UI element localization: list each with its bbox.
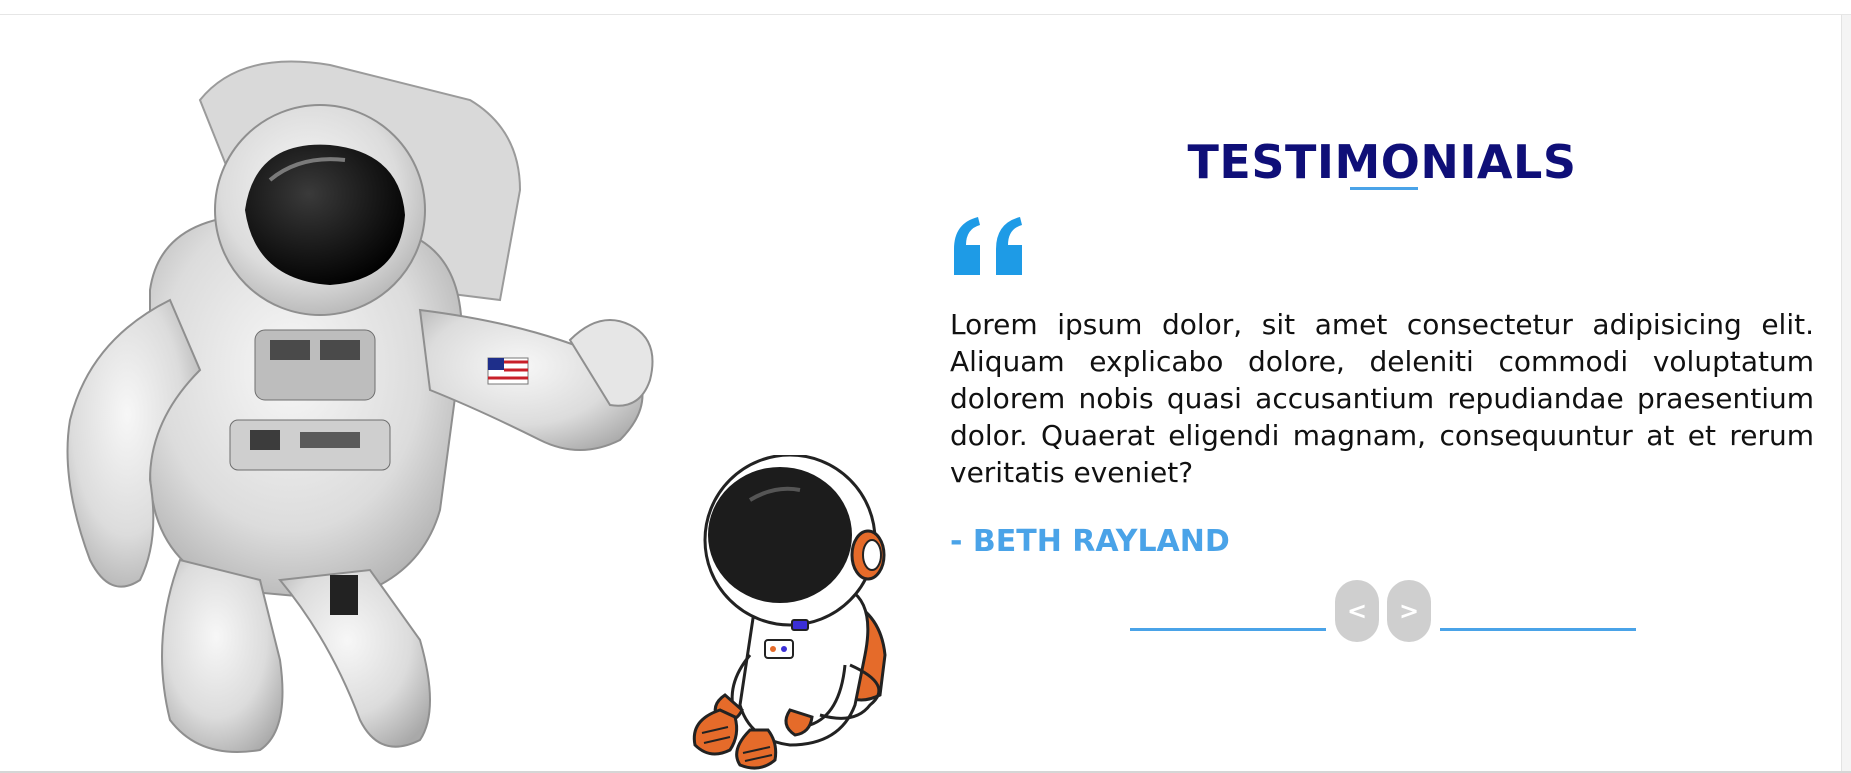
testimonials-page: TESTIMONIALS Lorem ipsum dolor, sit amet… xyxy=(0,0,1851,773)
cartoon-astronaut xyxy=(680,453,920,770)
next-button[interactable]: > xyxy=(1387,580,1431,642)
nav-line-right xyxy=(1440,628,1636,631)
scrollbar[interactable] xyxy=(1841,15,1851,771)
carousel-navigation: < > xyxy=(1130,580,1636,644)
astronaut-photo xyxy=(0,40,700,770)
nav-line-left xyxy=(1130,628,1326,631)
section-title: TESTIMONIALS xyxy=(1187,135,1577,189)
testimonial-author: - BETH RAYLAND xyxy=(950,524,1230,559)
testimonial-text: Lorem ipsum dolor, sit amet consectetur … xyxy=(950,308,1814,489)
prev-button[interactable]: < xyxy=(1335,580,1379,642)
title-underline xyxy=(1350,187,1418,190)
quote-open-icon xyxy=(950,215,1030,279)
testimonial-content: TESTIMONIALS Lorem ipsum dolor, sit amet… xyxy=(950,100,1814,660)
top-divider xyxy=(0,14,1851,15)
